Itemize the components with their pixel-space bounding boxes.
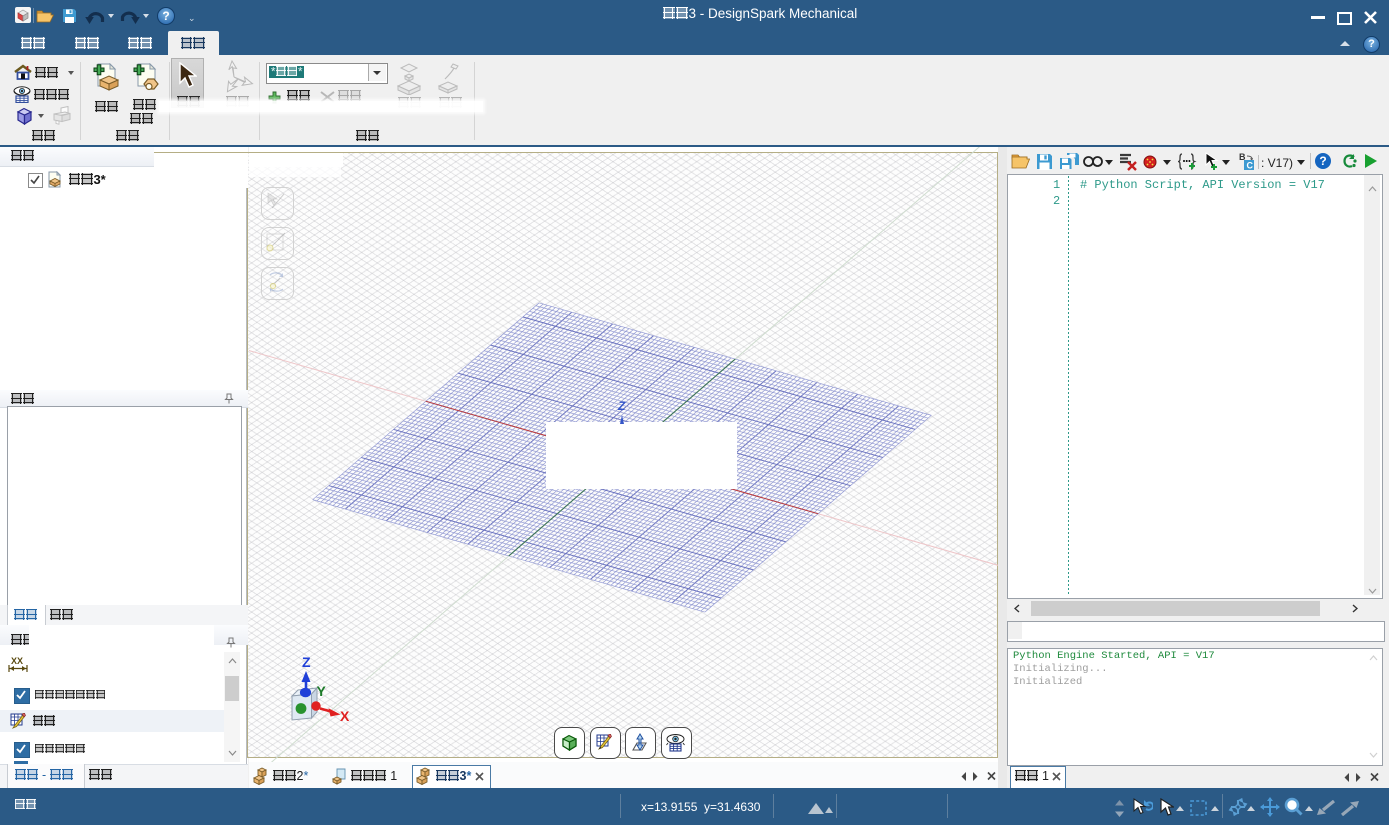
svg-text:Z: Z xyxy=(302,654,311,670)
svg-text:XX: XX xyxy=(11,656,23,666)
svg-text:C: C xyxy=(1247,161,1254,171)
svg-text:X: X xyxy=(340,708,350,724)
svg-text:Y: Y xyxy=(317,683,327,699)
